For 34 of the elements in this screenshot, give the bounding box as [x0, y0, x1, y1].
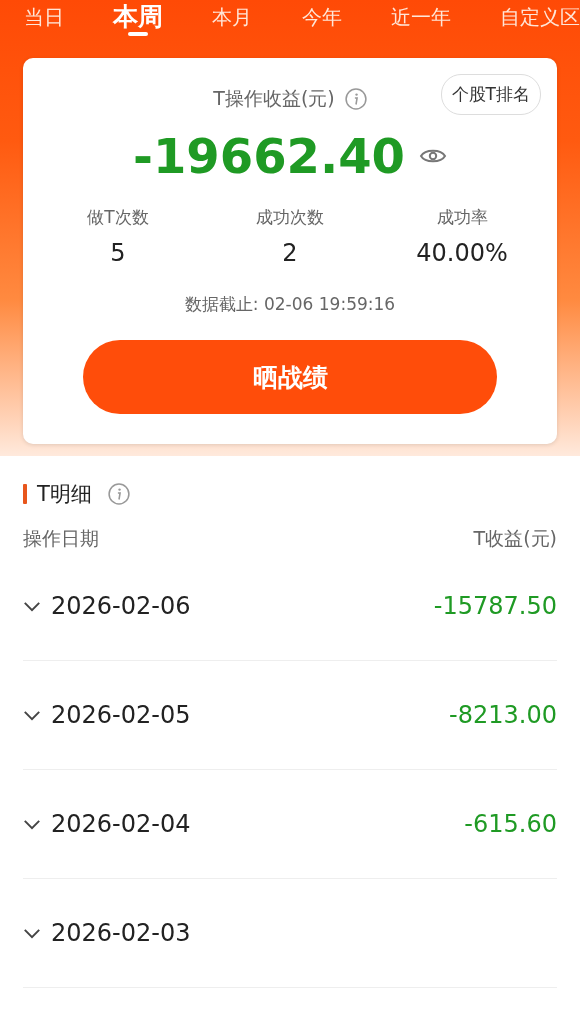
ranking-button[interactable]: 个股T排名	[440, 74, 541, 115]
period-tab[interactable]: 本月	[212, 0, 253, 38]
info-icon[interactable]	[107, 483, 130, 505]
period-tab[interactable]: 本周	[113, 0, 164, 34]
period-tab[interactable]: 近一年	[390, 0, 451, 38]
info-icon[interactable]	[344, 88, 367, 110]
stat-value: 5	[110, 239, 126, 267]
section-title: T明细	[37, 481, 92, 508]
stat-value: 40.00%	[416, 239, 508, 267]
row-date: 2026-02-04	[51, 810, 192, 838]
row-date: 2026-02-05	[51, 701, 192, 729]
row-profit: -615.60	[464, 810, 557, 838]
detail-row[interactable]: 2026-02-06 -15787.50	[23, 552, 557, 661]
period-tab[interactable]: 今年	[301, 0, 342, 38]
column-header: T收益(元)	[473, 526, 557, 551]
share-button[interactable]: 晒战绩	[83, 340, 497, 414]
row-date: 2026-02-03	[51, 919, 192, 947]
detail-row[interactable]: 2026-02-04 -615.60	[23, 770, 557, 879]
stat-value: 2	[282, 239, 298, 267]
detail-row[interactable]: 2026-02-03	[23, 879, 557, 988]
summary-title: T操作收益(元)	[213, 86, 335, 111]
stat-label: 做T次数	[87, 206, 149, 229]
row-profit: -15787.50	[433, 592, 557, 620]
period-tab[interactable]: 自定义区	[499, 0, 580, 38]
period-tab[interactable]: 当日	[24, 0, 64, 38]
data-timestamp: 数据截止: 02-06 19:59:16	[184, 293, 396, 316]
total-profit: -19662.40	[133, 128, 405, 184]
row-date: 2026-02-06	[51, 592, 192, 620]
section-marker	[23, 484, 27, 504]
column-header: 操作日期	[23, 526, 99, 551]
stat-label: 成功次数	[256, 206, 324, 229]
row-profit: -8213.00	[449, 701, 557, 729]
stat-label: 成功率	[436, 206, 488, 229]
detail-row[interactable]: 2026-02-05 -8213.00	[23, 661, 557, 770]
